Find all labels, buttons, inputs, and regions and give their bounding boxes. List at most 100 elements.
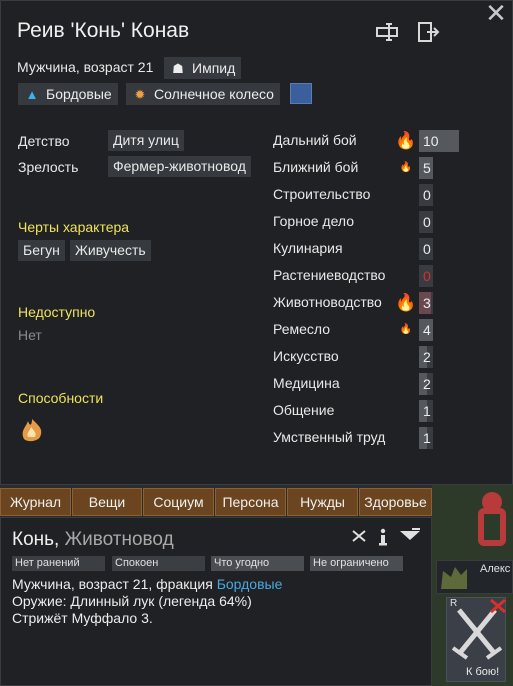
skill-row[interactable]: Животноводство 🔥 3: [273, 292, 463, 314]
tab-social[interactable]: Социум: [143, 488, 214, 516]
current-job: Стрижёт Муффало 3.: [12, 610, 153, 626]
skill-name: Горное дело: [273, 213, 355, 229]
tab-health[interactable]: Здоровье: [359, 488, 432, 516]
skill-level-bar: 5: [419, 157, 433, 179]
skill-row[interactable]: Горное дело 0: [273, 211, 463, 233]
rename-icon[interactable]: [375, 21, 401, 43]
mood-state-label: Спокоен: [115, 557, 159, 569]
skill-row[interactable]: Растениеводство 0: [273, 265, 463, 287]
inspect-title: Конь, Животновод: [12, 529, 174, 551]
close-icon[interactable]: ✕: [484, 0, 508, 26]
food-restriction-select[interactable]: Что угодно: [211, 556, 304, 571]
gender-age-label: Мужчина, возраст 21: [17, 59, 154, 75]
skill-level: 0: [423, 214, 431, 230]
skill-level: 2: [423, 349, 431, 365]
health-state-field[interactable]: Нет ранений: [12, 556, 105, 571]
xenotype-label: Импид: [192, 60, 236, 76]
trait-tough[interactable]: Живучесть: [70, 240, 151, 261]
skill-name: Умственный труд: [273, 429, 386, 445]
skill-row[interactable]: Строительство 0: [273, 184, 463, 206]
rename-small-icon[interactable]: [349, 527, 369, 550]
colonist-portrait-icon: [441, 567, 467, 589]
skill-row[interactable]: Умственный труд 1: [273, 427, 463, 449]
description-prefix: Мужчина, возраст 21, фракция: [12, 576, 217, 592]
incapable-title: Недоступно: [18, 304, 96, 320]
attack-label: К бою!: [466, 666, 500, 678]
weapon-line: Оружие: Длинный лук (легенда 64%): [12, 593, 252, 609]
skill-level-bar: 10: [419, 130, 459, 152]
ideology-label: Солнечное колесо: [154, 86, 274, 102]
skill-level: 10: [423, 133, 439, 149]
skill-level-bar: 0: [419, 238, 433, 260]
skill-name: Животноводство: [273, 294, 382, 310]
ideology-tag[interactable]: ✹ Солнечное колесо: [126, 83, 280, 105]
skill-level: 2: [423, 376, 431, 392]
trait-runner[interactable]: Бегун: [18, 240, 65, 261]
skill-name: Ближний бой: [273, 159, 359, 175]
tab-needs[interactable]: Нужды: [287, 488, 358, 516]
area-restriction-select[interactable]: Не ограничено: [310, 556, 403, 571]
childhood-backstory[interactable]: Дитя улиц: [108, 130, 184, 151]
colonist-sprite[interactable]: [470, 490, 506, 550]
skill-level-bar: 2: [419, 346, 433, 368]
skill-level: 0: [423, 268, 431, 284]
colonist-bar-name: Алекс: [480, 563, 511, 575]
adulthood-label: Зрелость: [18, 159, 79, 175]
skill-level: 4: [423, 322, 431, 338]
skill-row[interactable]: Дальний бой 🔥 10: [273, 130, 463, 152]
favorite-color-swatch: [290, 83, 312, 104]
inspect-pawn-name: Конь: [12, 529, 55, 550]
skill-row[interactable]: Ремесло 🔥 4: [273, 319, 463, 341]
pawn-name[interactable]: Реив 'Конь' Конав: [17, 19, 189, 43]
inspect-tabs: Журнал Вещи Социум Персона Нужды Здоровь…: [0, 488, 432, 516]
traits-title: Черты характера: [18, 219, 130, 235]
skill-name: Медицина: [273, 375, 340, 391]
skill-level-bar: 0: [419, 184, 433, 206]
skill-row[interactable]: Медицина 2: [273, 373, 463, 395]
tab-persona[interactable]: Персона: [215, 488, 286, 516]
faction-tag[interactable]: ▲ Бордовые: [18, 83, 118, 105]
skill-level-bar: 2: [419, 373, 433, 395]
character-card: Реив 'Конь' Конав ✕ Мужчина, возраст 21 …: [0, 0, 513, 485]
mood-state-field[interactable]: Спокоен: [112, 556, 205, 571]
skill-level: 3: [423, 295, 431, 311]
minor-passion-icon: 🔥: [399, 162, 413, 173]
major-passion-icon: 🔥: [395, 293, 417, 312]
incapable-value: Нет: [18, 327, 42, 343]
skill-name: Дальний бой: [273, 132, 357, 148]
skill-row[interactable]: Ближний бой 🔥 5: [273, 157, 463, 179]
skill-name: Строительство: [273, 186, 371, 202]
skill-level-bar: 1: [419, 427, 433, 449]
skill-name: Искусство: [273, 348, 339, 364]
skill-level-bar: 4: [419, 319, 433, 341]
faction-link[interactable]: Бордовые: [217, 576, 283, 592]
skill-name: Общение: [273, 402, 335, 418]
xenotype-icon: ☗: [172, 61, 184, 76]
inspect-role: Животновод: [64, 529, 174, 550]
info-icon[interactable]: [373, 527, 393, 552]
skill-row[interactable]: Общение 1: [273, 400, 463, 422]
skill-row[interactable]: Кулинария 0: [273, 238, 463, 260]
adulthood-backstory[interactable]: Фермер-животновод: [108, 156, 251, 177]
tab-gear[interactable]: Вещи: [72, 488, 142, 516]
skill-row[interactable]: Искусство 2: [273, 346, 463, 368]
childhood-label: Детство: [18, 133, 70, 149]
hotkey-label: R: [450, 598, 458, 609]
skill-name: Кулинария: [273, 240, 343, 256]
skill-level: 0: [423, 187, 431, 203]
sun-wheel-icon: ✹: [134, 87, 146, 102]
banish-icon[interactable]: [415, 21, 441, 43]
tab-log[interactable]: Журнал: [0, 488, 71, 516]
skill-name: Ремесло: [273, 321, 331, 337]
skill-level: 1: [423, 403, 431, 419]
skill-name: Растениеводство: [273, 267, 386, 283]
ability-fire-icon[interactable]: [18, 413, 50, 443]
inspect-pane: Конь, Животновод Нет ранений Спокоен Что…: [0, 517, 432, 686]
skill-level: 0: [423, 241, 431, 257]
chevron-down-icon[interactable]: [397, 527, 423, 548]
major-passion-icon: 🔥: [395, 131, 417, 150]
xenotype-tag[interactable]: ☗ Импид: [164, 57, 242, 79]
skill-level-bar: 1: [419, 400, 433, 422]
skill-level-bar: 0: [419, 211, 433, 233]
inspect-separator: ,: [54, 529, 65, 550]
